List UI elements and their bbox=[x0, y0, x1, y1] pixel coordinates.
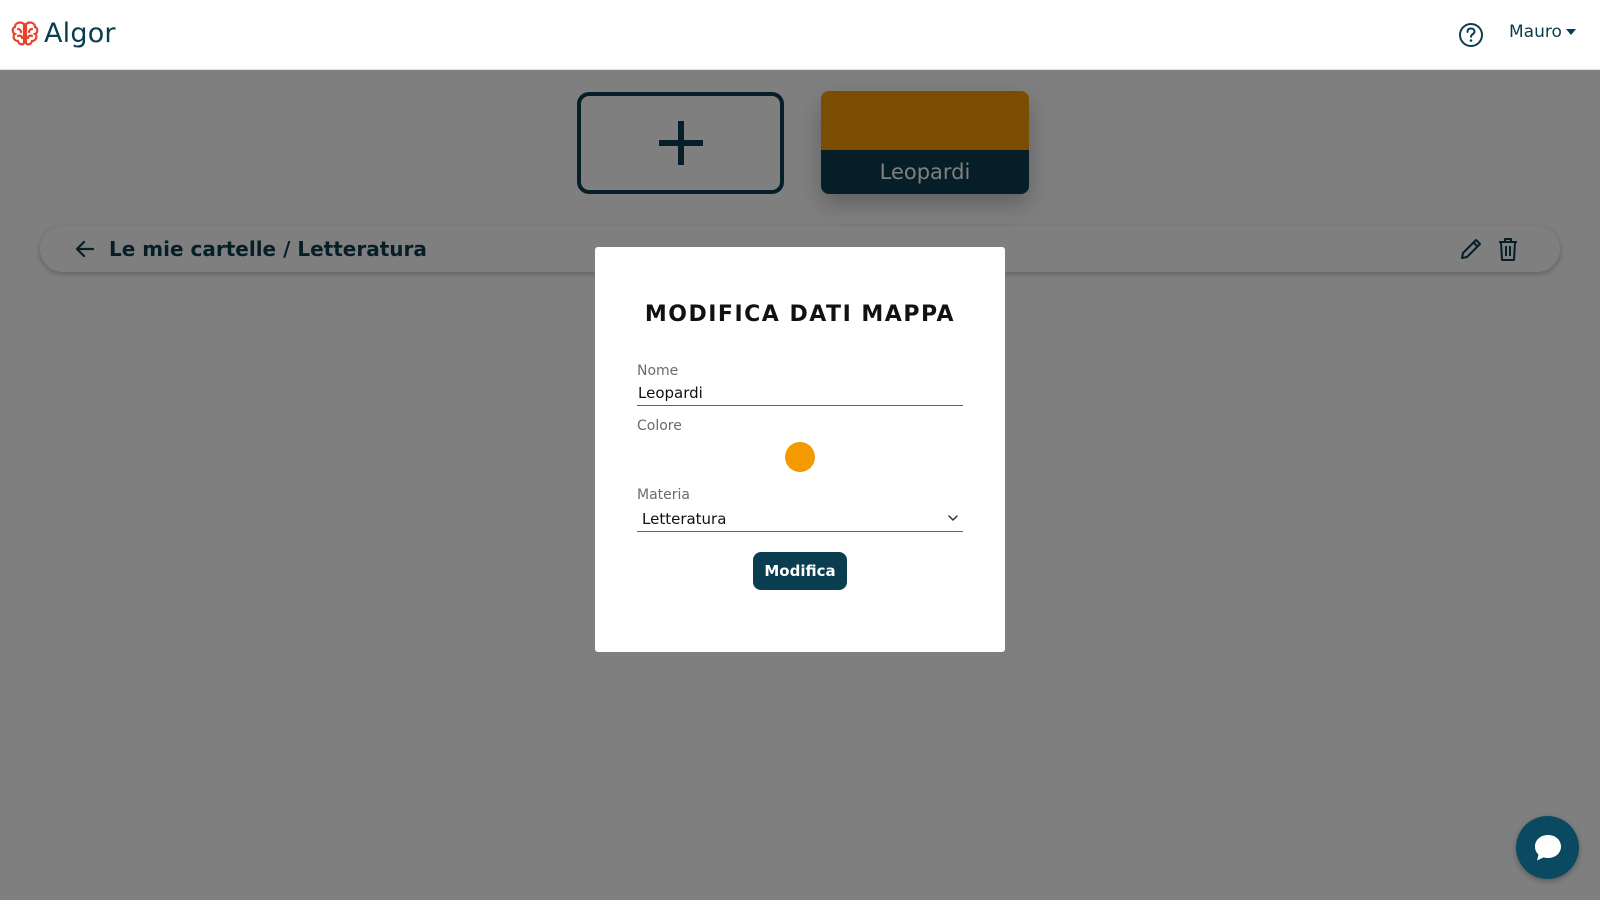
chat-launcher[interactable] bbox=[1516, 816, 1579, 879]
modal-title: MODIFICA DATI MAPPA bbox=[644, 302, 956, 327]
edit-map-modal: MODIFICA DATI MAPPA Nome Colore Materia … bbox=[595, 247, 1005, 652]
brain-icon bbox=[11, 20, 39, 45]
top-navbar: Algor Mauro bbox=[0, 0, 1600, 70]
chevron-down-icon bbox=[948, 515, 958, 521]
subject-select[interactable]: Letteratura bbox=[637, 508, 963, 532]
subject-selected-value: Letteratura bbox=[642, 510, 727, 528]
name-input[interactable] bbox=[637, 380, 963, 406]
subject-label: Materia bbox=[637, 487, 690, 503]
caret-down-icon bbox=[1565, 29, 1576, 35]
color-picker-swatch[interactable] bbox=[785, 442, 815, 472]
submit-button[interactable]: Modifica bbox=[753, 552, 847, 590]
color-label: Colore bbox=[637, 418, 682, 434]
chat-icon bbox=[1534, 834, 1561, 860]
user-name: Mauro bbox=[1509, 22, 1562, 42]
name-label: Nome bbox=[637, 363, 679, 379]
brand-logo[interactable]: Algor bbox=[10, 18, 116, 49]
brand-name: Algor bbox=[44, 18, 116, 49]
user-menu[interactable]: Mauro bbox=[1509, 22, 1576, 42]
help-icon[interactable] bbox=[1458, 22, 1484, 48]
